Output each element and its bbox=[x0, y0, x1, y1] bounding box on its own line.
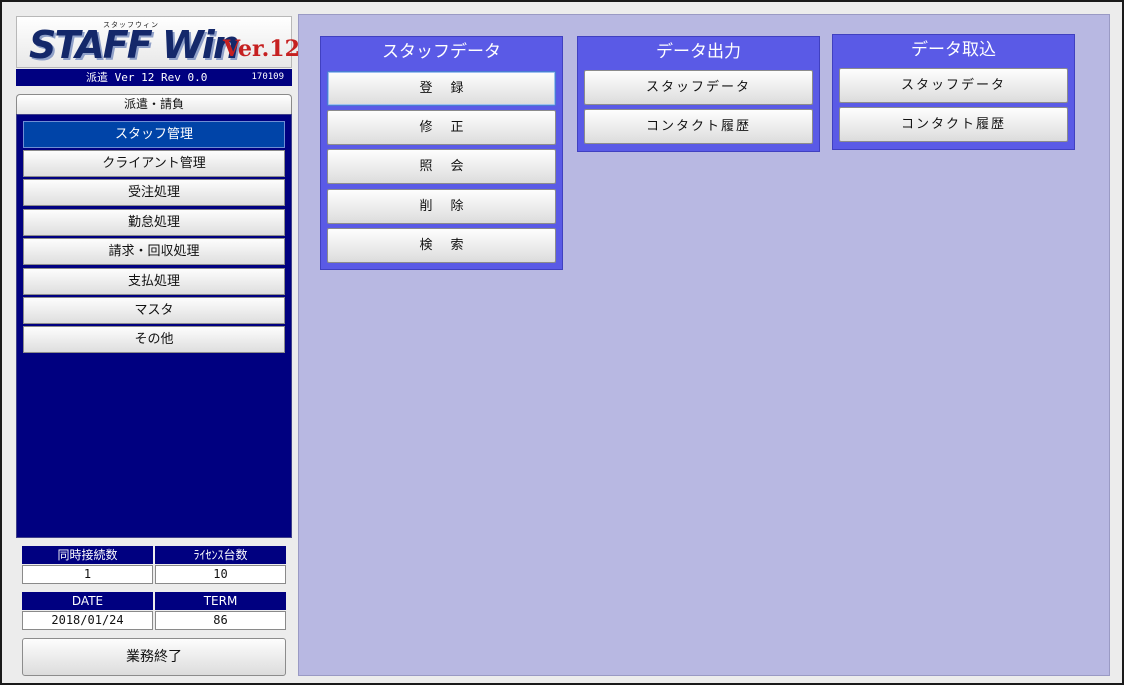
connections-value: 1 bbox=[22, 565, 153, 584]
app-logo: スタッフウィン STAFF Win Ver.12 bbox=[16, 16, 300, 68]
import-staff-data-button[interactable]: スタッフデータ bbox=[839, 68, 1068, 103]
license-header: ﾗｲｾﾝｽ台数 bbox=[155, 546, 286, 564]
date-header: DATE bbox=[22, 592, 153, 610]
search-button[interactable]: 検索 bbox=[327, 228, 556, 263]
sidebar-item-other[interactable]: その他 bbox=[23, 326, 285, 353]
logo-wordmark: STAFF Win bbox=[29, 23, 240, 67]
group-title-data-output: データ出力 bbox=[656, 42, 741, 62]
exit-button[interactable]: 業務終了 bbox=[22, 638, 286, 676]
modify-button[interactable]: 修正 bbox=[327, 110, 556, 145]
sidebar-item-payment[interactable]: 支払処理 bbox=[23, 268, 285, 295]
license-value: 10 bbox=[155, 565, 286, 584]
group-title-staff-data: スタッフデータ bbox=[382, 42, 501, 62]
group-staff-data: スタッフデータ 登録 修正 照会 削除 検索 bbox=[320, 36, 563, 270]
term-header: TERM bbox=[155, 592, 286, 610]
sidebar-item-billing[interactable]: 請求・回収処理 bbox=[23, 238, 285, 265]
build-number: 170109 bbox=[251, 72, 284, 82]
group-data-output: データ出力 スタッフデータ コンタクト履歴 bbox=[577, 36, 820, 152]
sidebar-item-staff[interactable]: スタッフ管理 bbox=[23, 121, 285, 148]
term-value: 86 bbox=[155, 611, 286, 630]
connections-header: 同時接続数 bbox=[22, 546, 153, 564]
sidebar-nav: スタッフ管理 クライアント管理 受注処理 勤怠処理 請求・回収処理 支払処理 マ… bbox=[16, 114, 292, 538]
register-button[interactable]: 登録 bbox=[327, 71, 556, 106]
output-contact-history-button[interactable]: コンタクト履歴 bbox=[584, 109, 813, 144]
group-data-import: データ取込 スタッフデータ コンタクト履歴 bbox=[832, 34, 1075, 150]
inquiry-button[interactable]: 照会 bbox=[327, 149, 556, 184]
sidebar-item-master[interactable]: マスタ bbox=[23, 297, 285, 324]
main-panel: スタッフデータ 登録 修正 照会 削除 検索 データ出力 スタッフデータ コンタ… bbox=[298, 14, 1110, 676]
date-value: 2018/01/24 bbox=[22, 611, 153, 630]
import-contact-history-button[interactable]: コンタクト履歴 bbox=[839, 107, 1068, 142]
sidebar-item-attendance[interactable]: 勤怠処理 bbox=[23, 209, 285, 236]
logo-version: Ver.12 bbox=[223, 36, 300, 62]
version-text: 派遣 Ver 12 Rev 0.0 bbox=[86, 71, 208, 84]
output-staff-data-button[interactable]: スタッフデータ bbox=[584, 70, 813, 105]
tab-haken-ukeoi[interactable]: 派遣・請負 bbox=[16, 94, 292, 114]
version-bar: 派遣 Ver 12 Rev 0.0 170109 bbox=[16, 69, 292, 86]
group-title-data-import: データ取込 bbox=[911, 40, 996, 60]
delete-button[interactable]: 削除 bbox=[327, 189, 556, 224]
sidebar-item-orders[interactable]: 受注処理 bbox=[23, 179, 285, 206]
sidebar-item-client[interactable]: クライアント管理 bbox=[23, 150, 285, 177]
